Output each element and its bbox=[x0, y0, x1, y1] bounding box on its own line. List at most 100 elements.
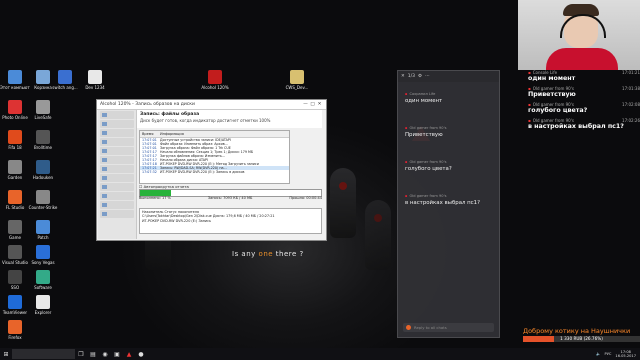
folder-icon[interactable]: ▤ bbox=[87, 348, 99, 360]
desktop-icon[interactable]: Visual Studio bbox=[0, 245, 30, 265]
app-icon bbox=[8, 190, 22, 204]
desktop-icon[interactable]: LiveSafe bbox=[28, 100, 58, 120]
stream-chat-text: один момент bbox=[528, 75, 576, 82]
desktop-icon-label: CWS_Dev... bbox=[285, 85, 309, 90]
log-list[interactable]: Время Информация 17:07:01 Доступные устро… bbox=[139, 130, 290, 184]
sidebar-item[interactable] bbox=[100, 147, 134, 155]
app-icon bbox=[88, 70, 102, 84]
desktop-icon[interactable]: Patch bbox=[28, 220, 58, 240]
app-icon bbox=[36, 100, 50, 114]
chat-message: Old gamer from 90's голубого цвета? bbox=[405, 160, 494, 172]
desktop-icon-label: LiveSafe bbox=[34, 115, 52, 120]
app-icon bbox=[8, 270, 22, 284]
taskbar-search[interactable] bbox=[12, 349, 75, 359]
alcohol-sidebar bbox=[98, 110, 137, 239]
sidebar-item[interactable] bbox=[100, 210, 134, 218]
task-view-icon[interactable]: ❐ bbox=[75, 348, 87, 360]
store-icon[interactable]: ▣ bbox=[111, 348, 123, 360]
desktop-icon[interactable]: Software bbox=[28, 270, 58, 290]
sidebar-item[interactable] bbox=[100, 138, 134, 146]
app-icon bbox=[8, 320, 22, 334]
chat-message: Old gamer from 90's в настройках выбрал п… bbox=[405, 194, 494, 206]
wizard-title: Запись: файлы образа bbox=[140, 112, 200, 117]
desktop-icon[interactable]: Counter-Strike bbox=[28, 190, 58, 210]
sidebar-item[interactable] bbox=[100, 201, 134, 209]
window-titlebar[interactable]: Alcohol 120% - Запись образов на диски —… bbox=[97, 100, 326, 110]
desktop-icon[interactable]: Photo Online bbox=[0, 100, 30, 120]
language-indicator[interactable]: РУС bbox=[605, 352, 612, 356]
desktop-icon[interactable]: Firefox bbox=[0, 320, 30, 340]
desktop-icon[interactable]: FL Studio bbox=[0, 190, 30, 210]
alcohol-taskbar-icon[interactable]: ▲ bbox=[123, 348, 135, 360]
donation-widget: Доброму котику на Наушнички 1 330 RUB (2… bbox=[523, 327, 640, 342]
browser-icon[interactable]: ◉ bbox=[99, 348, 111, 360]
chat-username: Old gamer from 90's bbox=[405, 126, 494, 130]
desktop-icon[interactable]: Dev 1234 bbox=[80, 70, 110, 90]
desktop-icon[interactable]: TeamViewer bbox=[0, 295, 30, 315]
app-icon bbox=[36, 190, 50, 204]
progress-text: Выполнено: 17 % Запись: 7093 КБ / 40 МБ … bbox=[139, 196, 322, 200]
start-icon[interactable]: ⊞ bbox=[0, 348, 12, 360]
desktop-icon[interactable]: Brolltime bbox=[28, 130, 58, 150]
app-icon bbox=[36, 220, 50, 234]
system-tray: 🔈 РУС 17:08 16.05.2017 bbox=[596, 350, 640, 358]
desktop-icon-label: Hadouken bbox=[32, 175, 54, 180]
stream-chat-message: Old gamer from 90's17:02:26в настройках … bbox=[528, 118, 640, 130]
sidebar-item[interactable] bbox=[100, 165, 134, 173]
chat-username: Old gamer from 90's bbox=[405, 194, 494, 198]
desktop-icon-label: Dev 1234 bbox=[85, 85, 105, 90]
desktop-icon-label: FL Studio bbox=[5, 205, 25, 210]
desktop-icon[interactable]: Garden bbox=[0, 160, 30, 180]
chat-reply-input[interactable]: Reply to all chats bbox=[403, 323, 494, 332]
obs-icon[interactable]: ● bbox=[135, 348, 147, 360]
app-icon bbox=[8, 295, 22, 309]
desktop-icon-label: Firefox bbox=[8, 335, 22, 340]
chat-overlay: ✕ 1/3 ⚙ ⋯ Сохранил Life один момент Old ga… bbox=[397, 70, 500, 338]
sidebar-item[interactable] bbox=[100, 120, 134, 128]
app-icon bbox=[208, 70, 222, 84]
chat-text: Приветствую bbox=[405, 132, 443, 138]
desktop-icon[interactable]: Alcohol 120% bbox=[200, 70, 230, 90]
desktop-icon-label: Sony Vegas bbox=[31, 260, 55, 265]
desktop-icon[interactable]: Этот компьютер bbox=[0, 70, 30, 90]
stream-chat-message: Console Life17:01:21один момент bbox=[528, 70, 640, 82]
desktop-icon[interactable]: Sony Vegas bbox=[28, 245, 58, 265]
app-icon bbox=[8, 245, 22, 259]
desktop-icon[interactable]: Hadouken bbox=[28, 160, 58, 180]
desktop-icon[interactable]: CWS_Dev... bbox=[282, 70, 312, 90]
speaker-icon[interactable]: 🔈 bbox=[596, 352, 600, 356]
sidebar-item[interactable] bbox=[100, 192, 134, 200]
chat-message: Сохранил Life один момент bbox=[405, 92, 494, 104]
stream-chat-text: Приветствую bbox=[528, 91, 576, 98]
desktop-icon-label: Software bbox=[34, 285, 52, 290]
log-col-info: Информация bbox=[160, 132, 184, 136]
app-icon bbox=[36, 295, 50, 309]
sidebar-item[interactable] bbox=[100, 174, 134, 182]
gear-icon[interactable]: ⚙ bbox=[418, 74, 422, 79]
desktop-icon[interactable]: switch ang... bbox=[50, 70, 80, 90]
app-icon bbox=[8, 100, 22, 114]
chat-menu-icon[interactable]: ⋯ bbox=[425, 74, 430, 79]
close-button[interactable]: ✕ bbox=[316, 102, 323, 107]
log-row[interactable]: 17:07:32 ИТ-РОКЕР DVD-RW DVR-220 (E:): За… bbox=[140, 170, 289, 174]
sidebar-item[interactable] bbox=[100, 129, 134, 137]
sidebar-item[interactable] bbox=[100, 156, 134, 164]
log-header: Время Информация bbox=[140, 131, 289, 138]
wallpaper-caption: Is any one there ? bbox=[232, 250, 304, 258]
desktop-icon[interactable]: Explorer bbox=[28, 295, 58, 315]
app-icon bbox=[58, 70, 72, 84]
sidebar-item[interactable] bbox=[100, 183, 134, 191]
desktop-icon-label: Visual Studio bbox=[2, 260, 28, 265]
maximize-button[interactable]: □ bbox=[309, 102, 316, 107]
minimize-button[interactable]: — bbox=[302, 102, 309, 107]
desktop-icon[interactable]: SSO bbox=[0, 270, 30, 290]
stream-chat-message: Old gamer from 90's17:02:08голубого цвет… bbox=[528, 102, 640, 114]
sidebar-item[interactable] bbox=[100, 111, 134, 119]
progress-elapsed: Прошло: 00:00:44 bbox=[289, 196, 322, 200]
clock[interactable]: 17:08 16.05.2017 bbox=[615, 350, 636, 358]
desktop-icon-label: Photo Online bbox=[2, 115, 28, 120]
chat-close-icon[interactable]: ✕ bbox=[401, 74, 405, 79]
desktop-icon[interactable]: Fifa 18 bbox=[0, 130, 30, 150]
desktop-icon-label: Fifa 18 bbox=[8, 145, 22, 150]
desktop-icon[interactable]: Game bbox=[0, 220, 30, 240]
